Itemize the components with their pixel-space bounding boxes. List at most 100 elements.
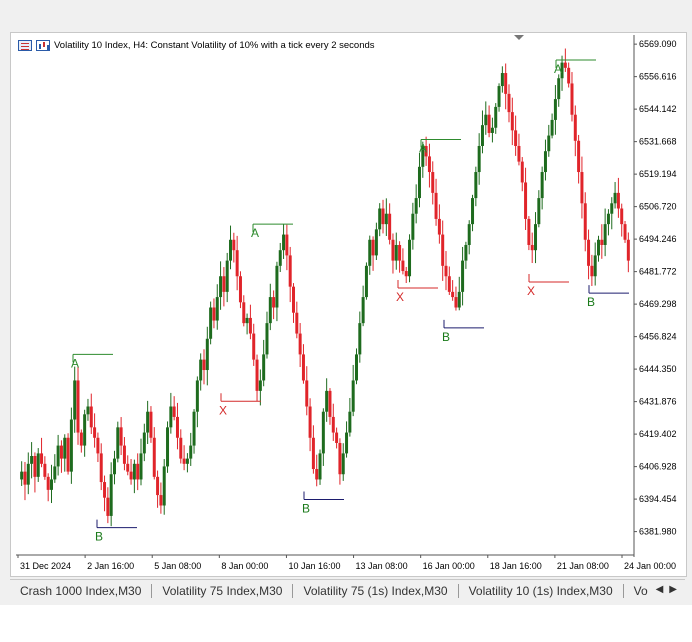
tab-crash-1000-m30[interactable]: Crash 1000 Index,M30 [10,584,153,598]
candle-body [626,239,630,261]
candle-body [467,224,471,245]
triangle-left-icon[interactable]: ◀ [656,584,664,595]
y-tick-label: 6519.194 [639,169,677,179]
candle-body [275,265,279,308]
candle-body [26,463,30,485]
candle-body [471,198,475,225]
bar-chart-icon[interactable] [36,39,50,51]
triangle-right-icon[interactable]: ▶ [669,584,677,595]
bottom-strip [0,605,692,642]
y-tick-label: 6419.402 [639,429,677,439]
candle-body [616,192,620,209]
candle-body [590,265,594,277]
candle-body [136,463,140,480]
candle-body [76,380,80,433]
chart-title-bar: Volatility 10 Index, H4: Constant Volati… [18,38,375,52]
candle-body [132,463,136,480]
candle-body [56,445,60,467]
candle-body [142,432,146,454]
candle-body [464,244,468,261]
candle-body [166,427,170,467]
signal-a-label: A [554,62,562,76]
signal-b-label: B [442,330,450,344]
candle-body [212,307,216,321]
candle-body [96,437,100,454]
candle-body [285,234,289,256]
candle-body [408,239,412,277]
candle-body [195,380,199,412]
y-tick-label: 6394.454 [639,494,677,504]
candle-body [282,234,286,251]
candle-body [354,354,358,381]
candle-body [162,466,166,506]
tab-volatility-75-1s-m30[interactable]: Volatility 75 (1s) Index,M30 [293,584,459,598]
candle-body [202,359,206,371]
x-tick-label: 21 Jan 08:00 [557,561,609,571]
tab-truncated[interactable]: Vo [624,584,648,598]
signal-x-label: X [396,290,404,304]
candle-body [79,432,83,446]
candle-body [580,172,584,204]
candle-body [477,145,481,173]
candle-body [23,471,27,485]
candle-body [368,239,372,266]
terminal-window: 6569.090 6556.616 6544.142 6531.668 6519.194… [0,0,692,642]
candle-body [451,291,455,298]
candle-body [447,276,451,292]
list-icon[interactable] [18,39,32,51]
candle-body [215,297,219,321]
signal-a-label: A [251,226,259,240]
candle-body [550,119,554,136]
x-tick-label: 24 Jan 00:00 [624,561,676,571]
candle-body [129,471,133,480]
x-tick-label: 2 Jan 16:00 [87,561,134,571]
candle-body [490,127,494,133]
candle-body [245,317,249,324]
y-tick-label: 6469.298 [639,299,677,309]
candle-body [248,317,252,334]
x-tick-label: 13 Jan 08:00 [356,561,408,571]
tab-volatility-75-m30[interactable]: Volatility 75 Index,M30 [152,584,294,598]
candle-body [348,411,352,433]
candle-body [437,218,441,235]
candle-body [597,239,601,256]
candle-body [305,380,309,407]
candle-body [59,445,63,459]
candle-body [411,213,415,240]
candle-body [232,239,236,251]
candle-body [540,172,544,199]
scroll-marker-icon[interactable] [514,35,524,40]
candle-body [235,250,239,277]
x-tick-label: 10 Jan 16:00 [288,561,340,571]
candle-body [258,380,262,391]
y-tick-label: 6481.772 [639,267,677,277]
signal-x-label: X [527,284,535,298]
candle-body [527,218,531,245]
candle-body [126,463,130,472]
candle-body [351,380,355,412]
candlestick-chart[interactable]: 6569.090 6556.616 6544.142 6531.668 6519.194… [11,33,686,576]
y-tick-label: 6456.824 [639,332,677,342]
candle-body [600,239,604,245]
candle-body [189,445,193,459]
candle-body [547,135,551,152]
candle-body [587,239,591,266]
chart-panel[interactable]: 6569.090 6556.616 6544.142 6531.668 6519.194… [10,32,687,577]
y-tick-label: 6569.090 [639,39,677,49]
tab-volatility-10-1s-m30[interactable]: Volatility 10 (1s) Index,M30 [459,584,624,598]
candle-body [514,130,518,146]
candle-body [116,427,120,459]
candle-body [398,244,402,261]
y-tick-label: 6406.928 [639,462,677,472]
symbol-tabs: Crash 1000 Index,M30 Volatility 75 Index… [10,579,685,602]
candle-body [374,229,378,256]
candle-body [504,73,508,94]
tab-scroll-arrows: ◀ ▶ [656,584,677,595]
candle-body [520,161,524,183]
signal-b-label: B [302,502,310,516]
candle-body [192,411,196,446]
candle-body [179,437,183,459]
candle-body [543,151,547,173]
candle-body [338,442,342,475]
candle-body [219,276,223,298]
